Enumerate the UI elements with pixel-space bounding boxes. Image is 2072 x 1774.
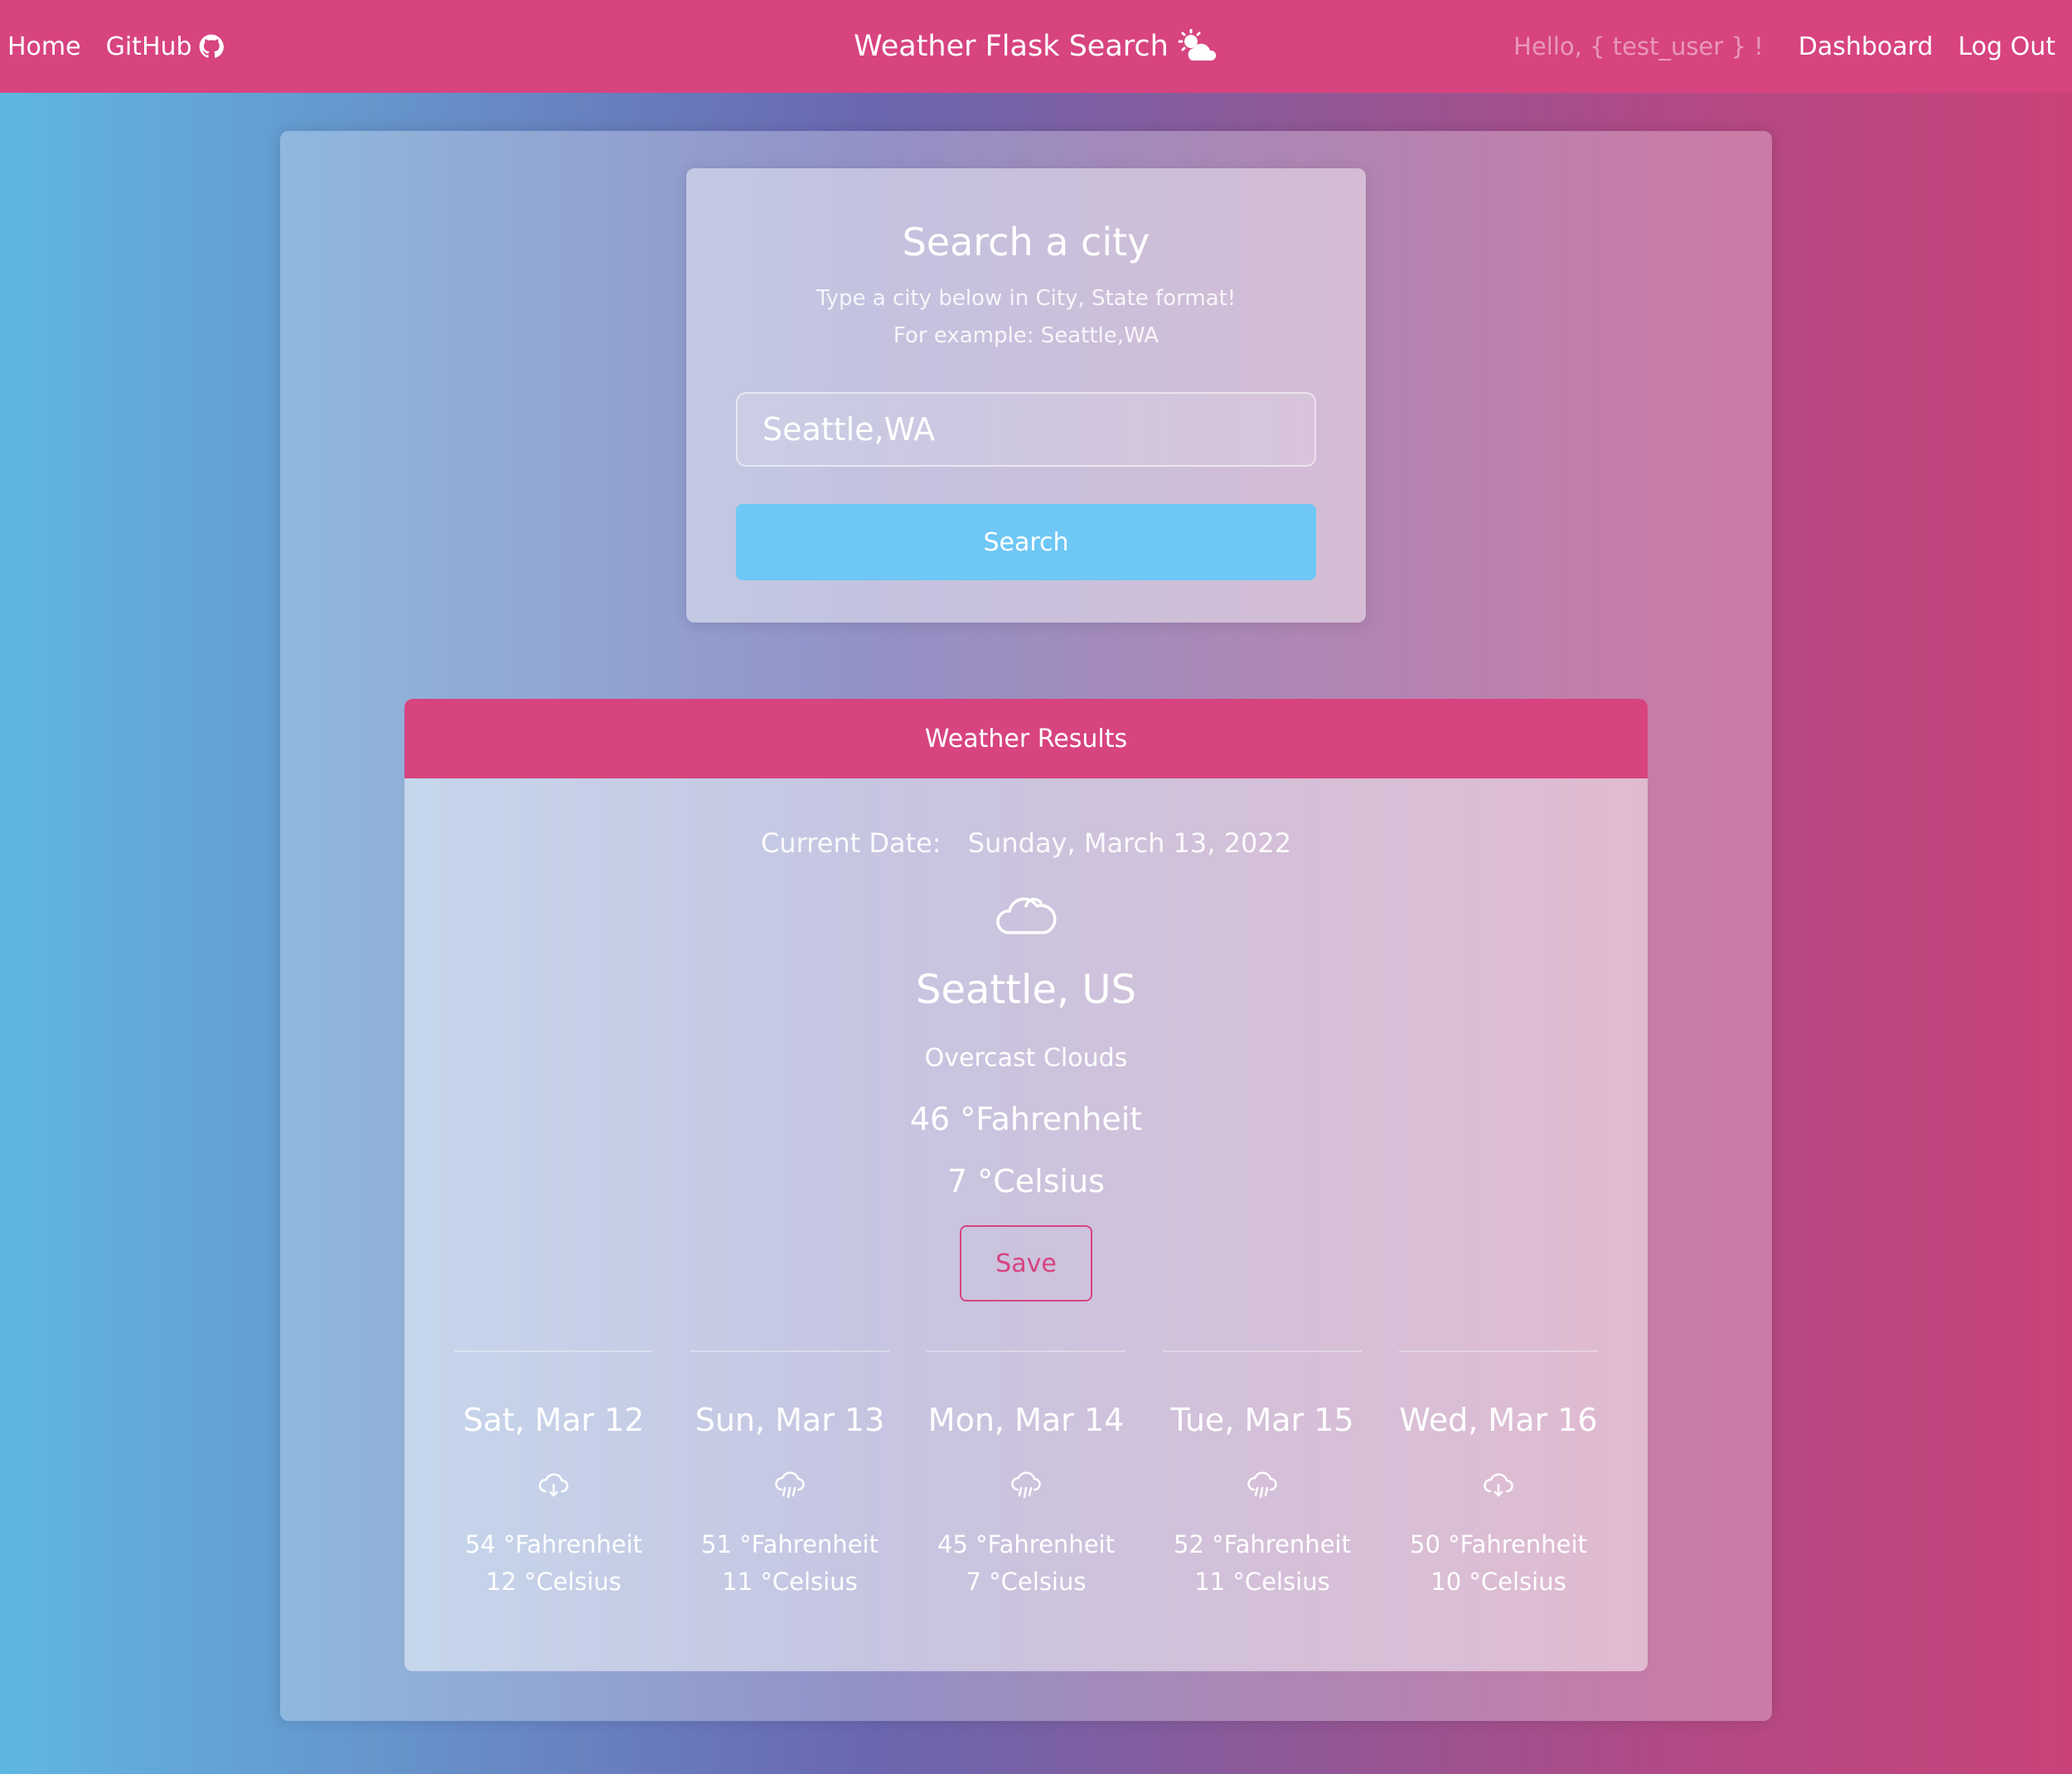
cloud-download-icon: [539, 1473, 569, 1497]
nav-left: Home GitHub: [7, 0, 224, 93]
forecast-celsius: 11 °Celsius: [722, 1568, 858, 1596]
nav-home-link[interactable]: Home: [7, 32, 81, 61]
city-name: Seattle, US: [915, 967, 1137, 1013]
temperature-fahrenheit: 46 °Fahrenheit: [909, 1101, 1143, 1137]
forecast-item: Mon, Mar 14 45 °Fahrenheit 7 °Celsius: [927, 1350, 1126, 1616]
navbar: Home GitHub Weather Flask Search Hello, …: [0, 0, 2072, 93]
search-instructions: Type a city below in City, State format!: [816, 286, 1237, 311]
forecast-day: Mon, Mar 14: [927, 1402, 1125, 1438]
forecast-day: Sun, Mar 13: [695, 1402, 885, 1438]
nav-dashboard-link[interactable]: Dashboard: [1798, 32, 1934, 61]
forecast-day: Wed, Mar 16: [1399, 1402, 1598, 1438]
forecast-fahrenheit: 54 °Fahrenheit: [465, 1530, 642, 1558]
search-button[interactable]: Search: [736, 504, 1316, 580]
search-card: Search a city Type a city below in City,…: [686, 168, 1366, 623]
forecast-fahrenheit: 50 °Fahrenheit: [1410, 1530, 1587, 1558]
current-date-value: Sunday, March 13, 2022: [967, 827, 1292, 859]
nav-right: Hello, { test_user } ! Dashboard Log Out: [1513, 0, 2055, 93]
forecast-fahrenheit: 52 °Fahrenheit: [1174, 1530, 1351, 1558]
forecast-item: Wed, Mar 16 50 °Fahrenheit 10 °Celsius: [1399, 1350, 1598, 1616]
nav-github-label: GitHub: [105, 32, 192, 61]
forecast-celsius: 7 °Celsius: [966, 1568, 1087, 1596]
forecast-item: Sun, Mar 13 51 °Fahrenheit 11 °Celsius: [690, 1350, 889, 1616]
forecast-fahrenheit: 51 °Fahrenheit: [701, 1530, 879, 1558]
user-greeting: Hello, { test_user } !: [1513, 32, 1764, 61]
weather-description: Overcast Clouds: [924, 1044, 1128, 1073]
weather-results-card: Weather Results Current Date: Sunday, Ma…: [404, 699, 1648, 1671]
city-search-input[interactable]: [736, 392, 1316, 467]
sun-cloud-icon: [1178, 29, 1216, 61]
cloud-download-icon: [1484, 1473, 1513, 1497]
forecast-celsius: 12 °Celsius: [486, 1568, 622, 1596]
forecast-fahrenheit: 45 °Fahrenheit: [937, 1530, 1115, 1558]
main-panel: Search a city Type a city below in City,…: [280, 131, 1772, 1721]
brand-title: Weather Flask Search: [854, 30, 1169, 63]
nav-github-link[interactable]: GitHub: [106, 32, 224, 61]
current-date: Current Date: Sunday, March 13, 2022: [404, 827, 1648, 859]
brand[interactable]: Weather Flask Search: [854, 29, 1218, 64]
cloud-rain-icon: [1247, 1471, 1277, 1499]
cloud-rain-icon: [1011, 1471, 1041, 1499]
github-icon: [199, 34, 224, 58]
forecast-day: Tue, Mar 15: [1170, 1402, 1354, 1438]
forecast-item: Sat, Mar 12 54 °Fahrenheit 12 °Celsius: [454, 1350, 653, 1616]
nav-logout-link[interactable]: Log Out: [1958, 32, 2055, 61]
search-example: For example: Seattle,WA: [893, 323, 1159, 348]
results-header: Weather Results: [404, 699, 1648, 778]
search-title: Search a city: [902, 220, 1150, 264]
forecast-item: Tue, Mar 15 52 °Fahrenheit 11 °Celsius: [1163, 1350, 1362, 1616]
forecast-celsius: 10 °Celsius: [1431, 1568, 1566, 1596]
forecast-day: Sat, Mar 12: [462, 1402, 645, 1438]
cloud-rain-icon: [775, 1471, 805, 1499]
forecast-celsius: 11 °Celsius: [1194, 1568, 1330, 1596]
temperature-celsius: 7 °Celsius: [947, 1163, 1105, 1200]
cloud-icon: [996, 897, 1057, 934]
forecast-row: Sat, Mar 12 54 °Fahrenheit 12 °Celsius S…: [454, 1350, 1598, 1616]
save-button[interactable]: Save: [960, 1225, 1092, 1301]
current-date-label: Current Date:: [760, 827, 942, 859]
